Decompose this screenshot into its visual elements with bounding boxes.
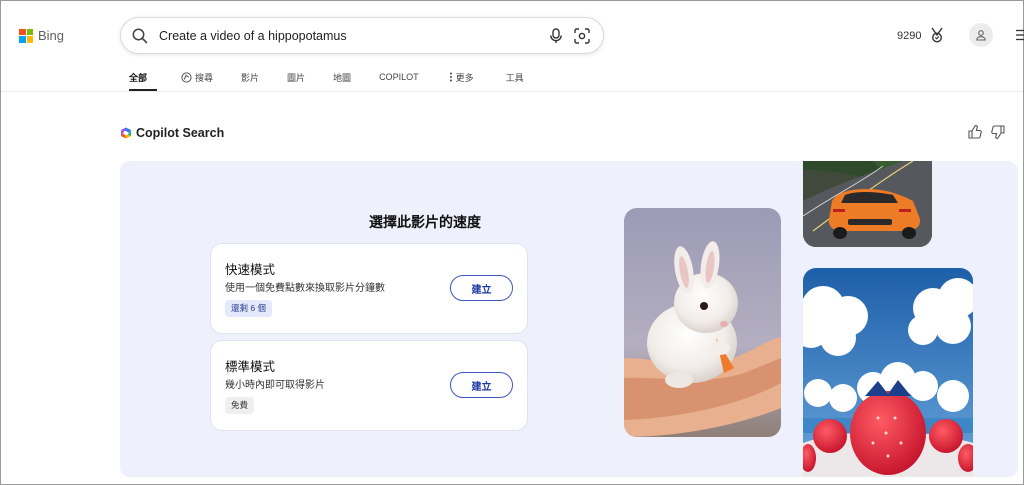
tab-label: 工具 bbox=[505, 72, 524, 83]
tab-images[interactable]: 圖片 bbox=[287, 63, 305, 91]
tab-label: COPILOT bbox=[379, 72, 419, 82]
more-vertical-icon bbox=[449, 72, 452, 82]
option-name: 標準模式 bbox=[225, 360, 276, 374]
microphone-icon[interactable] bbox=[547, 27, 565, 45]
thumbs-down-icon[interactable] bbox=[990, 124, 1006, 140]
user-icon bbox=[976, 30, 986, 41]
tab-label: 更多 bbox=[455, 72, 474, 83]
option-name: 快速模式 bbox=[225, 263, 276, 277]
tab-label: 地圖 bbox=[333, 72, 352, 83]
rewards-points[interactable]: 9290 bbox=[897, 30, 921, 42]
thumbs-up-icon[interactable] bbox=[967, 124, 983, 140]
tab-label: 圖片 bbox=[287, 72, 306, 83]
tab-search[interactable]: 搜尋 bbox=[181, 63, 213, 91]
bing-logo[interactable]: Bing bbox=[19, 28, 64, 43]
rewards-medal-icon[interactable] bbox=[928, 26, 946, 44]
tab-label: 搜尋 bbox=[195, 72, 214, 83]
create-fast-button[interactable]: 建立 bbox=[450, 275, 513, 301]
free-badge: 免費 bbox=[225, 397, 255, 414]
tab-label: 影片 bbox=[241, 72, 260, 83]
create-standard-button[interactable]: 建立 bbox=[450, 372, 513, 398]
account-avatar[interactable] bbox=[969, 23, 993, 47]
copilot-title: Copilot Search bbox=[136, 126, 225, 140]
copilot-logo-icon bbox=[121, 127, 131, 139]
fast-mode-card: 快速模式 使用一個免費點數來換取影片分鐘數 還剩 6 個 建立 bbox=[210, 243, 528, 334]
hamburger-menu-icon[interactable] bbox=[1016, 29, 1024, 41]
orange-sports-car-image[interactable] bbox=[803, 161, 932, 247]
bunny-holding-carrot-image[interactable] bbox=[624, 208, 781, 437]
tab-maps[interactable]: 地圖 bbox=[333, 63, 351, 91]
tab-label: 全部 bbox=[129, 72, 148, 83]
option-description: 幾小時內即可取得影片 bbox=[225, 380, 325, 391]
visual-search-icon[interactable] bbox=[573, 27, 591, 45]
video-speed-panel: 選擇此影片的速度 快速模式 使用一個免費點數來換取影片分鐘數 還剩 6 個 建立… bbox=[120, 161, 1018, 477]
tab-copilot[interactable]: COPILOT bbox=[379, 63, 419, 91]
tab-all[interactable]: 全部 bbox=[129, 63, 157, 91]
search-box[interactable]: Create a video of a hippopotamus bbox=[120, 17, 604, 54]
logo-text: Bing bbox=[38, 28, 65, 43]
remaining-credits-badge: 還剩 6 個 bbox=[225, 300, 272, 317]
option-description: 使用一個免費點數來換取影片分鐘數 bbox=[225, 283, 385, 294]
search-icon[interactable] bbox=[131, 27, 149, 45]
search-tabs: 全部 搜尋 影片 圖片 地圖 COPILOT 更多 工具 bbox=[129, 63, 524, 91]
copilot-search-heading: Copilot Search bbox=[120, 126, 224, 140]
search-input[interactable]: Create a video of a hippopotamus bbox=[159, 29, 347, 43]
strawberries-clouds-image[interactable] bbox=[803, 268, 973, 477]
copilot-search-icon bbox=[181, 71, 192, 83]
header-divider bbox=[1, 91, 1023, 92]
microsoft-logo-icon bbox=[19, 28, 33, 43]
standard-mode-card: 標準模式 幾小時內即可取得影片 免費 建立 bbox=[210, 340, 528, 431]
tab-tools[interactable]: 工具 bbox=[506, 63, 524, 91]
tab-videos[interactable]: 影片 bbox=[241, 63, 259, 91]
tab-more[interactable]: 更多 bbox=[449, 63, 474, 91]
